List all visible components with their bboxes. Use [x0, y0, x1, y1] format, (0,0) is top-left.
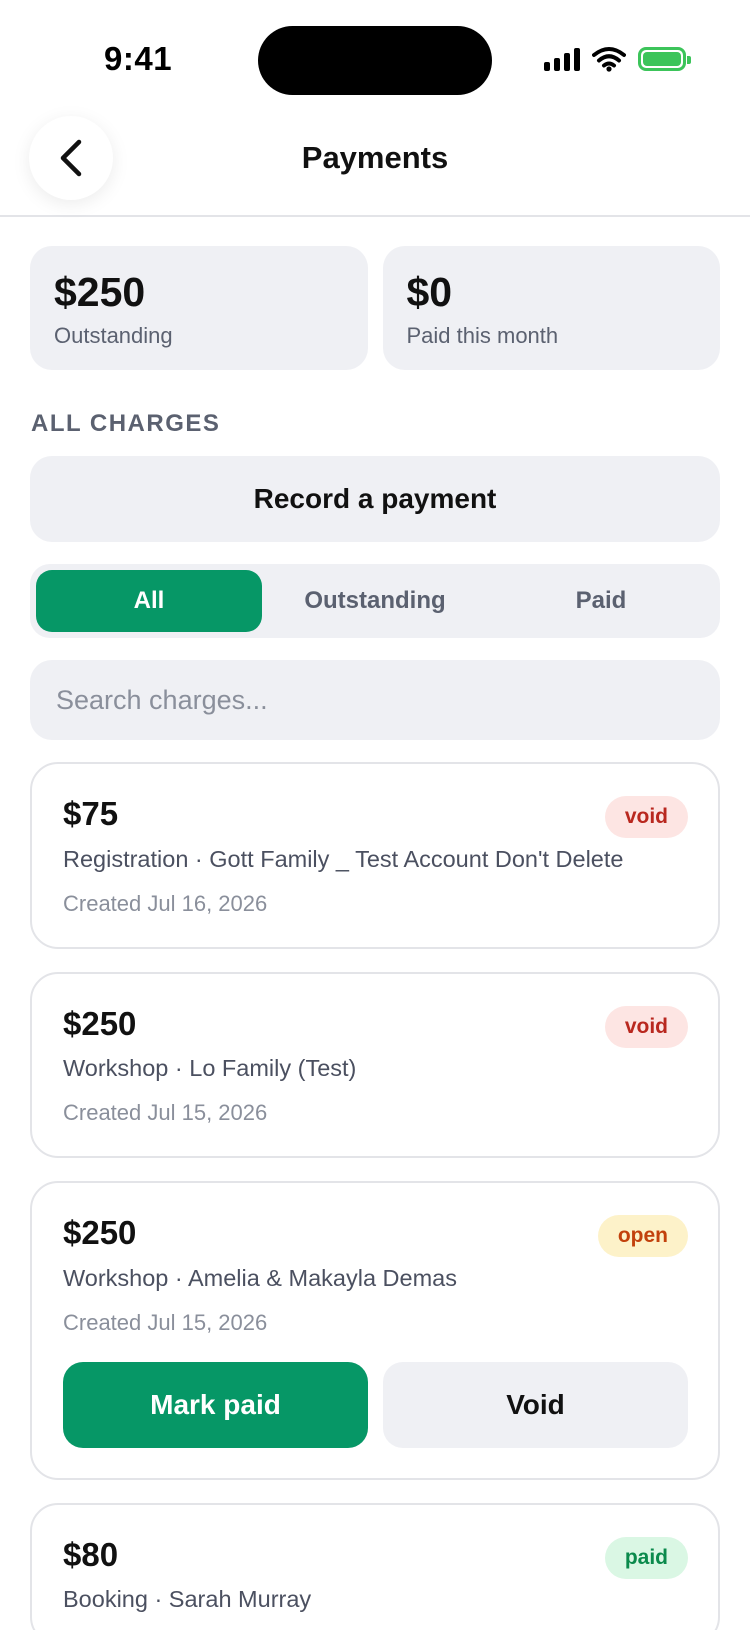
charge-created-date: Created Jul 16, 2026	[63, 890, 268, 916]
status-badge: void	[604, 1005, 688, 1048]
charge-actions: Mark paid Void	[63, 1361, 688, 1448]
paid-label: Paid this month	[406, 323, 559, 349]
cellular-signal-icon	[544, 47, 580, 71]
charge-amount: $250	[63, 1004, 137, 1042]
charge-card[interactable]: $75 void Registration · Gott Family _ Te…	[30, 762, 720, 949]
tab-paid[interactable]: Paid	[488, 570, 714, 632]
status-time: 9:41	[104, 40, 173, 77]
navigation-header: Payments	[0, 110, 750, 217]
battery-charging-icon	[638, 47, 691, 71]
charge-card[interactable]: $250 void Workshop · Lo Family (Test) Cr…	[30, 971, 720, 1159]
charge-description: Registration · Gott Family _ Test Accoun…	[63, 845, 624, 872]
dynamic-island	[258, 26, 492, 95]
charge-amount: $250	[63, 1214, 137, 1252]
status-bar: 9:41	[0, 0, 750, 110]
record-payment-button[interactable]: Record a payment	[30, 456, 720, 542]
charge-filter-tabs: All Outstanding Paid	[30, 564, 720, 638]
charges-list: $75 void Registration · Gott Family _ Te…	[30, 762, 720, 1630]
charge-description: Workshop · Lo Family (Test)	[63, 1055, 357, 1082]
charge-created-date: Created Jul 15, 2026	[63, 1100, 268, 1126]
charge-created-date: Created Jul 15, 2026	[63, 1309, 268, 1335]
charge-card[interactable]: $80 paid Booking · Sarah Murray	[30, 1502, 720, 1630]
status-badge: paid	[604, 1536, 688, 1579]
outstanding-summary-card: $250 Outstanding	[30, 246, 368, 370]
charge-card[interactable]: $250 open Workshop · Amelia & Makayla De…	[30, 1181, 720, 1480]
status-badge: void	[604, 796, 688, 838]
charge-amount: $80	[63, 1535, 119, 1573]
tab-all[interactable]: All	[36, 570, 262, 632]
charge-description: Booking · Sarah Murray	[63, 1586, 312, 1613]
page-title: Payments	[301, 140, 449, 175]
void-button[interactable]: Void	[383, 1361, 688, 1448]
status-icons	[544, 46, 691, 72]
charge-amount: $75	[63, 795, 119, 832]
outstanding-amount: $250	[54, 269, 146, 315]
status-badge: open	[597, 1215, 688, 1258]
paid-amount: $0	[406, 269, 453, 315]
mark-paid-button[interactable]: Mark paid	[63, 1361, 368, 1448]
summary-cards: $250 Outstanding $0 Paid this month	[30, 246, 720, 370]
outstanding-label: Outstanding	[54, 323, 173, 349]
wifi-icon	[592, 47, 626, 72]
search-input[interactable]	[30, 660, 720, 740]
paid-summary-card: $0 Paid this month	[382, 246, 720, 370]
tab-outstanding[interactable]: Outstanding	[262, 570, 488, 632]
charge-description: Workshop · Amelia & Makayla Demas	[63, 1264, 457, 1291]
section-label: ALL CHARGES	[31, 410, 221, 437]
